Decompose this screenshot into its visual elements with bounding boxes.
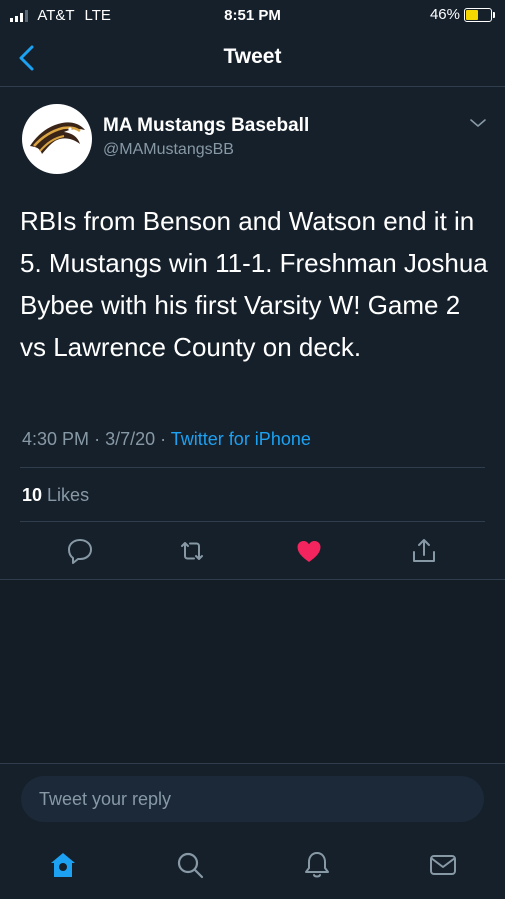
- author-name: MA Mustangs Baseball: [103, 115, 310, 136]
- tweet-detail: MA Mustangs Baseball @MAMustangsBB RBIs …: [0, 87, 505, 580]
- reply-icon[interactable]: [66, 537, 94, 565]
- battery-percent: 46%: [429, 6, 460, 23]
- status-bar: AT&T LTE 8:51 PM 46%: [0, 0, 505, 30]
- avatar[interactable]: [22, 104, 92, 174]
- share-icon[interactable]: [410, 537, 438, 565]
- divider: [20, 521, 485, 522]
- battery-indicator: 46%: [430, 6, 495, 23]
- author-handle: @MAMustangsBB: [103, 141, 234, 158]
- retweet-icon[interactable]: [178, 537, 206, 565]
- tweet-text: RBIs from Benson and Watson end it in 5.…: [20, 206, 488, 362]
- battery-icon: [464, 7, 492, 22]
- reply-input[interactable]: Tweet your reply: [21, 776, 484, 822]
- notifications-icon[interactable]: [302, 850, 332, 880]
- likes-count[interactable]: 10 Likes: [22, 485, 89, 506]
- mustang-logo-icon: [30, 122, 85, 154]
- home-icon[interactable]: [48, 850, 78, 880]
- tweet-date: 3/7/20: [105, 429, 156, 449]
- tweet-source-link[interactable]: Twitter for iPhone: [171, 429, 311, 449]
- reply-placeholder: Tweet your reply: [39, 789, 172, 809]
- likes-number: 10: [22, 485, 43, 505]
- messages-icon[interactable]: [428, 850, 458, 880]
- search-icon[interactable]: [175, 850, 205, 880]
- reply-bar: Tweet your reply: [0, 763, 505, 835]
- chevron-down-icon[interactable]: [469, 117, 487, 129]
- tab-bar: [0, 834, 505, 899]
- likes-label: Likes: [47, 485, 90, 505]
- heart-icon[interactable]: [295, 537, 323, 565]
- nav-bar: Tweet: [0, 30, 505, 87]
- tweet-meta: 4:30 PM · 3/7/20 · Twitter for iPhone: [22, 429, 311, 449]
- tweet-time: 4:30 PM: [22, 429, 90, 449]
- tweet-author[interactable]: MA Mustangs Baseball @MAMustangsBB: [103, 115, 309, 159]
- divider: [20, 467, 485, 468]
- page-title: Tweet: [223, 45, 282, 68]
